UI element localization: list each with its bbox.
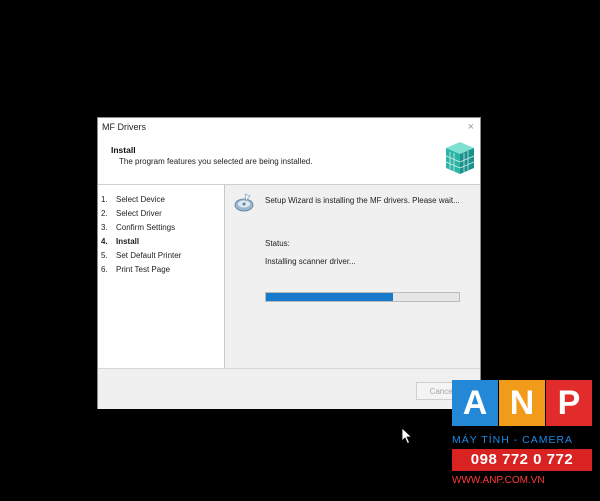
header-subtitle: The program features you selected are be… (119, 157, 313, 166)
anp-watermark: A N P MÁY TÍNH - CAMERA 098 772 0 772 WW… (448, 380, 600, 501)
watermark-letter-n: N (499, 380, 545, 426)
title-bar: MF Drivers × (98, 118, 480, 138)
progress-fill (266, 293, 394, 301)
mouse-cursor-icon (401, 427, 413, 445)
close-icon[interactable]: × (468, 121, 474, 133)
watermark-letter-p: P (546, 380, 592, 426)
window-title: MF Drivers (102, 122, 146, 132)
status-label: Status: (265, 239, 290, 248)
step-select-device: 1. Select Device (101, 195, 165, 204)
watermark-tagline: MÁY TÍNH - CAMERA (452, 434, 574, 446)
dialog-header: Install The program features you selecte… (98, 138, 480, 185)
watermark-phone: 098 772 0 772 (452, 449, 592, 471)
watermark-website: WWW.ANP.COM.VN (452, 475, 545, 486)
printer-cube-icon (445, 142, 475, 174)
install-message: Setup Wizard is installing the MF driver… (265, 196, 460, 205)
dialog-footer: Cancel (98, 368, 480, 409)
step-set-default-printer: 5. Set Default Printer (101, 251, 182, 260)
install-progress-bar (265, 292, 460, 302)
setup-wizard-icon (234, 193, 254, 212)
step-confirm-settings: 3. Confirm Settings (101, 223, 176, 232)
installer-dialog: MF Drivers × Install The program feature… (97, 117, 481, 409)
step-select-driver: 2. Select Driver (101, 209, 162, 218)
step-print-test-page: 6. Print Test Page (101, 265, 171, 274)
steps-panel: 1. Select Device 2. Select Driver 3. Confir… (98, 185, 225, 368)
watermark-letter-a: A (452, 380, 498, 426)
step-install: 4. Install (101, 237, 140, 246)
status-text: Installing scanner driver... (265, 257, 356, 266)
header-title: Install (111, 145, 136, 155)
main-panel: Setup Wizard is installing the MF driver… (225, 185, 480, 368)
